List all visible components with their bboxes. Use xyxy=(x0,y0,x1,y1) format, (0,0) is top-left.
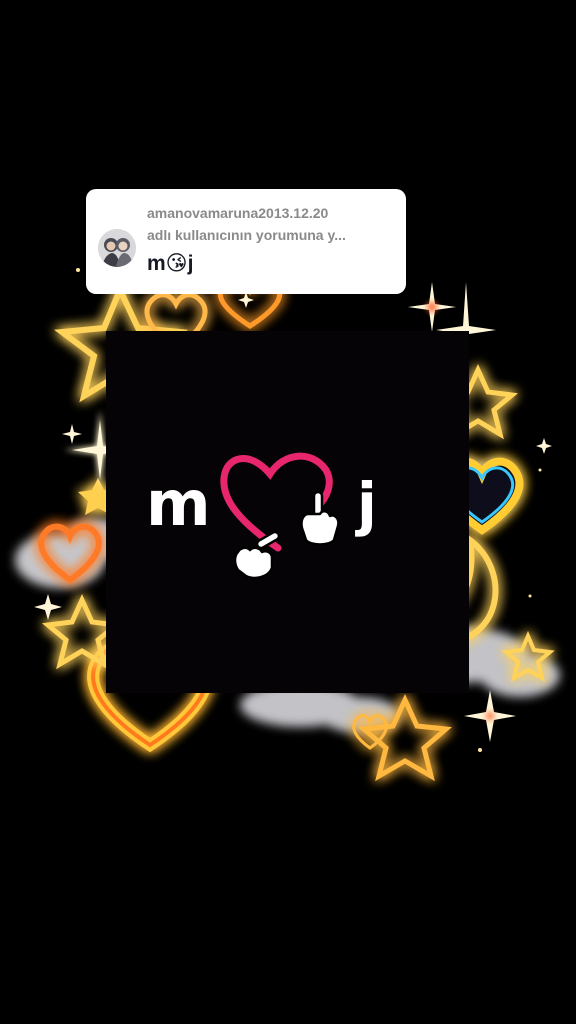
comment-username[interactable]: amanovamaruna2013.12.20 xyxy=(147,205,328,221)
comment-reply-label: adlı kullanıcının yorumuna y... xyxy=(147,227,346,243)
artwork-letter-right: j xyxy=(357,470,377,538)
video-canvas[interactable]: m j amanovamaruna2013.12.20 adlı kullanı… xyxy=(0,0,576,1024)
comment-text: m😘j xyxy=(147,252,194,275)
reply-comment-bubble[interactable]: amanovamaruna2013.12.20 adlı kullanıcını… xyxy=(86,189,406,294)
profile-avatar-icon[interactable] xyxy=(98,229,136,267)
pointing-hand-icon xyxy=(233,530,281,580)
